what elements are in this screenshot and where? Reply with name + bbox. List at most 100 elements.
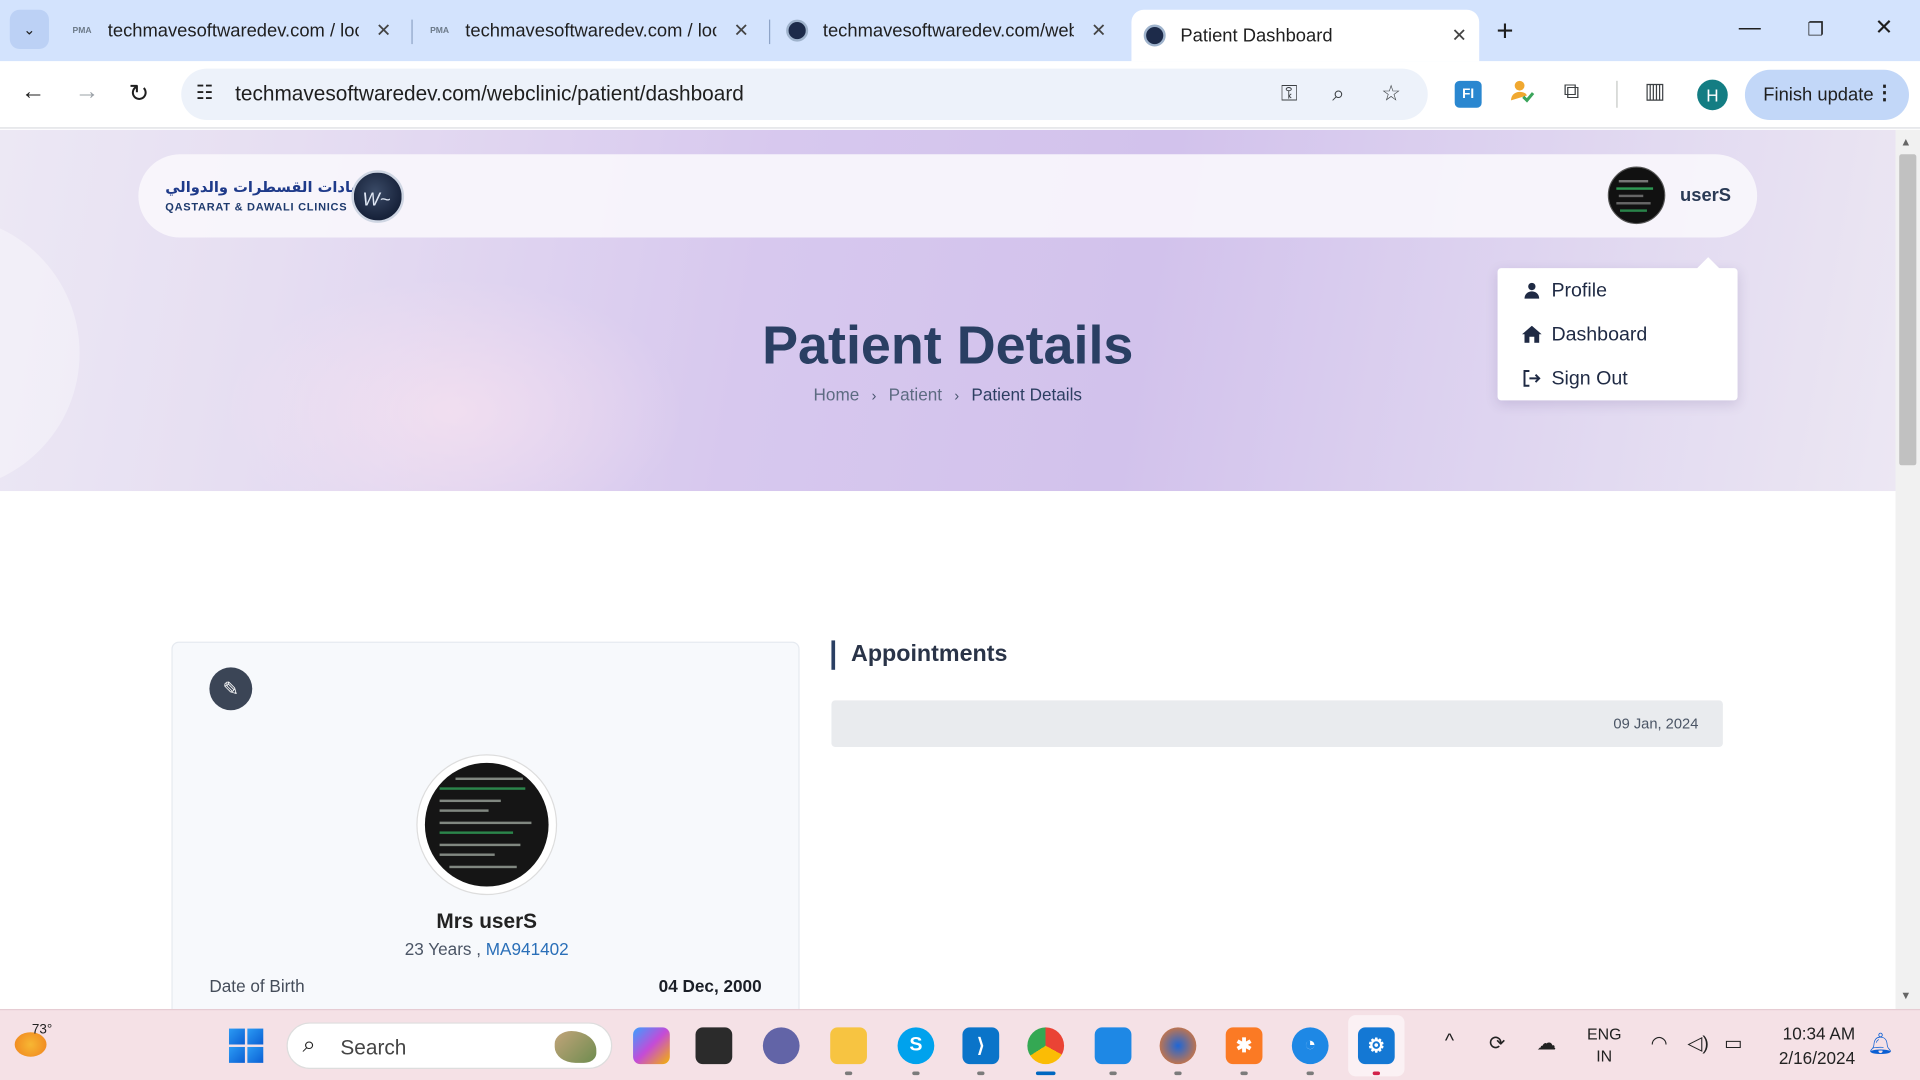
xampp-icon[interactable]: ✱ xyxy=(1225,1027,1263,1065)
language-indicator[interactable]: ENG IN xyxy=(1587,1024,1621,1068)
region-code: IN xyxy=(1596,1046,1613,1066)
logo-english-text[interactable]: QASTARAT & DAWALI CLINICS xyxy=(165,201,347,213)
wifi-icon[interactable]: ◠ xyxy=(1651,1031,1668,1055)
phpmyadmin-icon: PMA xyxy=(430,26,450,35)
copilot-icon[interactable] xyxy=(633,1027,670,1065)
taskbar-search[interactable]: ⌕ Search xyxy=(286,1022,613,1069)
browser-tab[interactable]: PMA techmavesoftwaredev.com / loc ✕ xyxy=(59,10,404,52)
running-indicator xyxy=(1109,1071,1117,1076)
pencil-icon: ✎ xyxy=(222,678,240,700)
extension-fi-icon[interactable]: FI xyxy=(1454,80,1482,108)
close-icon[interactable]: ✕ xyxy=(1452,24,1467,47)
running-indicator-active xyxy=(1035,1071,1056,1076)
scroll-down-icon[interactable]: ▼ xyxy=(1900,989,1911,1001)
vscode-icon[interactable]: ⟩ xyxy=(962,1027,1000,1065)
toolbar-divider xyxy=(1616,80,1618,108)
close-icon[interactable]: ✕ xyxy=(733,20,748,42)
close-window-button[interactable]: ✕ xyxy=(1875,15,1893,41)
browser-tab-strip: ⌄ PMA techmavesoftwaredev.com / loc ✕ PM… xyxy=(0,0,1920,62)
patient-profile-card: ✎ Mrs userS 23 Years , MA941402 Date of … xyxy=(171,641,800,1009)
scrollbar-thumb[interactable] xyxy=(1899,154,1917,466)
patient-name: Mrs userS xyxy=(436,909,538,934)
logo-arabic-text[interactable]: عيادات القسطرات والدوالي xyxy=(165,179,366,196)
appointment-date: 09 Jan, 2024 xyxy=(1613,715,1699,733)
running-indicator xyxy=(1372,1071,1381,1076)
volume-icon[interactable]: ◁) xyxy=(1687,1031,1709,1055)
chevron-right-icon: › xyxy=(871,386,877,405)
reload-button[interactable]: ↻ xyxy=(129,78,150,109)
chevron-down-icon: ⌄ xyxy=(23,20,36,38)
running-indicator xyxy=(1240,1071,1248,1076)
user-icon xyxy=(1520,281,1544,302)
browser-tab[interactable]: PMA techmavesoftwaredev.com / loc ✕ xyxy=(416,10,761,52)
site-info-icon[interactable]: ☷ xyxy=(196,81,214,105)
running-indicator xyxy=(1174,1071,1182,1076)
site-header: عيادات القسطرات والدوالي QASTARAT & DAWA… xyxy=(138,154,1758,238)
tab-search-button[interactable]: ⌄ xyxy=(9,9,49,49)
tray-chevron-up-icon[interactable]: ^ xyxy=(1445,1031,1454,1053)
appointments-heading: Appointments xyxy=(831,640,1007,670)
running-indicator xyxy=(1306,1071,1314,1076)
notepad-icon[interactable] xyxy=(1094,1027,1132,1065)
notification-bell-icon[interactable]: 🔔︎ xyxy=(1867,1032,1893,1056)
cloud-icon[interactable]: ☁ xyxy=(1537,1031,1557,1055)
breadcrumb-current: Patient Details xyxy=(971,384,1082,405)
language-code: ENG xyxy=(1586,1024,1622,1044)
extensions-puzzle-icon[interactable]: ⧉ xyxy=(1564,78,1580,104)
finish-update-label: Finish update xyxy=(1763,84,1874,106)
browser-tab[interactable]: techmavesoftwaredev.com/web ✕ xyxy=(774,10,1119,52)
weather-widget[interactable]: 73° xyxy=(14,1022,52,1059)
menu-item-dashboard[interactable]: Dashboard xyxy=(1520,324,1647,346)
new-tab-button[interactable]: + xyxy=(1496,15,1513,49)
extension-person-icon[interactable] xyxy=(1509,78,1536,105)
terminal-icon[interactable] xyxy=(695,1027,733,1065)
firefox-icon[interactable] xyxy=(1159,1027,1197,1065)
zoom-icon[interactable]: ⌕ xyxy=(1332,81,1344,107)
edit-profile-button[interactable]: ✎ xyxy=(209,667,253,711)
sync-icon[interactable]: ⟳ xyxy=(1489,1031,1505,1055)
page-scrollbar[interactable]: ▲ ▼ xyxy=(1895,129,1920,1009)
profile-avatar[interactable]: H xyxy=(1697,79,1728,111)
teams-chat-icon[interactable] xyxy=(762,1027,800,1065)
address-bar[interactable]: ☷ techmavesoftwaredev.com/webclinic/pati… xyxy=(181,68,1428,121)
close-icon[interactable]: ✕ xyxy=(1091,20,1106,42)
phpmyadmin-icon: PMA xyxy=(72,26,92,35)
system-clock[interactable]: 10:34 AM 2/16/2024 xyxy=(1767,1021,1855,1070)
key-icon[interactable]: ⚿ xyxy=(1281,81,1298,107)
header-username[interactable]: userS xyxy=(1680,185,1731,206)
speedometer-icon[interactable]: ◔ xyxy=(1291,1027,1329,1065)
clinic-logo-icon[interactable]: W~ xyxy=(351,170,405,223)
back-button[interactable]: ← xyxy=(21,78,45,106)
battery-icon[interactable]: ▭ xyxy=(1724,1031,1743,1055)
restore-button[interactable]: ❐ xyxy=(1807,18,1823,41)
close-icon[interactable]: ✕ xyxy=(376,20,391,42)
browser-tab-active[interactable]: Patient Dashboard ✕ xyxy=(1131,9,1480,62)
file-explorer-icon[interactable] xyxy=(830,1027,867,1065)
chrome-icon[interactable] xyxy=(1027,1027,1065,1065)
finish-update-button[interactable]: Finish update ⋮ xyxy=(1744,69,1909,121)
search-highlight-image xyxy=(554,1031,597,1063)
url-text[interactable]: techmavesoftwaredev.com/webclinic/patien… xyxy=(235,82,744,106)
minimize-button[interactable]: — xyxy=(1739,15,1761,41)
menu-item-label: Profile xyxy=(1551,280,1607,302)
bookmark-star-icon[interactable]: ☆ xyxy=(1381,81,1401,107)
tab-title: techmavesoftwaredev.com/web xyxy=(822,20,1074,42)
menu-item-profile[interactable]: Profile xyxy=(1520,280,1607,302)
appointment-row[interactable]: 09 Jan, 2024 xyxy=(831,700,1723,747)
scroll-up-icon[interactable]: ▲ xyxy=(1900,136,1911,148)
breadcrumb-home[interactable]: Home xyxy=(814,384,860,404)
patient-code[interactable]: MA941402 xyxy=(486,939,569,959)
forward-button[interactable]: → xyxy=(75,78,99,106)
menu-item-sign-out[interactable]: Sign Out xyxy=(1520,369,1628,391)
breadcrumb-patient[interactable]: Patient xyxy=(889,384,942,404)
tab-divider xyxy=(411,19,413,45)
dob-label: Date of Birth xyxy=(209,975,305,996)
chevron-right-icon: › xyxy=(954,386,960,405)
tab-title: techmavesoftwaredev.com / loc xyxy=(107,20,359,42)
more-menu-icon[interactable]: ⋮ xyxy=(1875,81,1895,105)
settings-gear-icon[interactable]: ⚙ xyxy=(1357,1027,1395,1065)
skype-icon[interactable]: S xyxy=(897,1027,935,1065)
start-button[interactable] xyxy=(228,1028,264,1063)
user-avatar[interactable] xyxy=(1607,166,1666,225)
side-panel-icon[interactable]: ▥ xyxy=(1645,78,1666,104)
